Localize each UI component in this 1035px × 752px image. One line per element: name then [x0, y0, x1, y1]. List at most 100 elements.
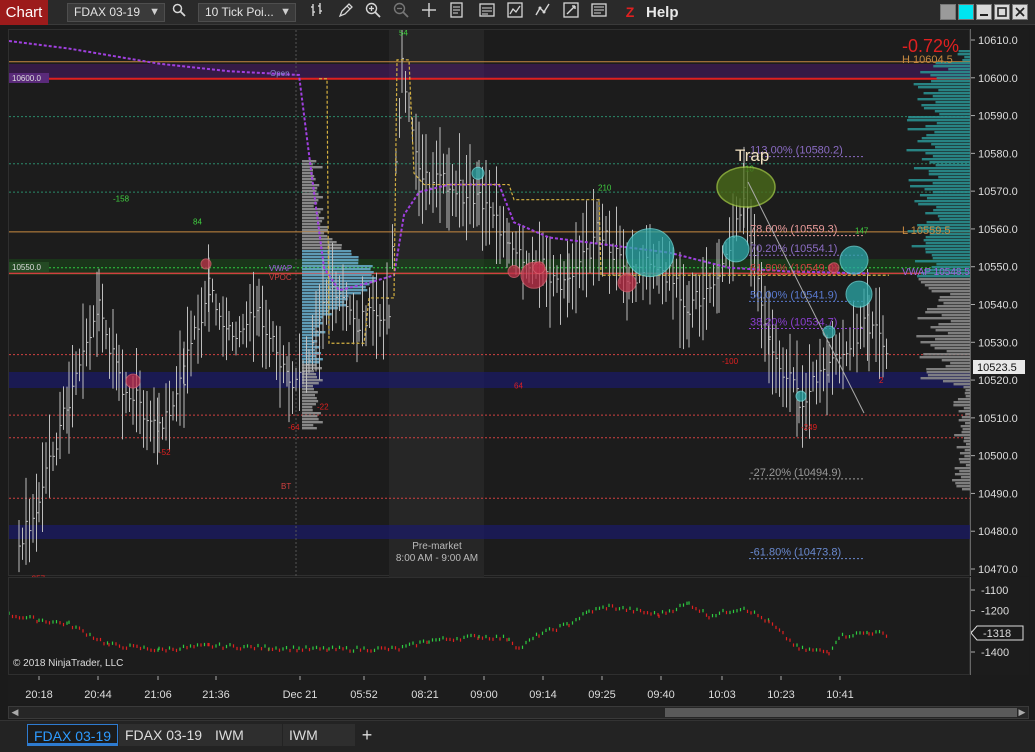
volume-profile-row	[930, 74, 971, 77]
zoom-in-icon[interactable]	[362, 2, 383, 23]
scroll-left-icon[interactable]: ◀	[9, 706, 21, 719]
indicator-current-value: -1318	[983, 628, 1011, 640]
scrollbar-thumb[interactable]	[665, 708, 1017, 717]
z-order-button[interactable]: Z	[622, 3, 638, 22]
volume-profile-row	[906, 149, 971, 152]
volume-profile-row	[914, 260, 971, 263]
interval-selector[interactable]: 10 Tick Poi... ▼	[198, 3, 296, 22]
last-price: 10523.5	[977, 362, 1017, 374]
chart-trader-icon[interactable]	[560, 2, 581, 23]
time-tick-label: 09:00	[470, 689, 498, 701]
session-profile-row	[302, 352, 321, 355]
session-profile-row	[302, 334, 320, 337]
session-profile-row	[302, 373, 317, 376]
chevron-down-icon: ▼	[149, 6, 160, 18]
volume-profile-row	[926, 368, 971, 371]
indicator-axis[interactable]: -1100-1200-1300-1400 -1318	[970, 577, 1029, 675]
zoom-out-icon[interactable]	[390, 2, 411, 23]
session-profile-row	[302, 193, 319, 196]
tab-fdax-2[interactable]: FDAX 03-19	[119, 724, 209, 746]
session-profile-row	[302, 184, 320, 187]
share-icon[interactable]	[588, 2, 609, 23]
price-chart-canvas[interactable]: 113.00% (10580.2)78.60% (10559.3)70.20% …	[8, 23, 971, 583]
sell-bubble	[532, 261, 546, 275]
instrument-value: FDAX 03-19	[74, 5, 141, 19]
crosshair-icon[interactable]	[418, 2, 439, 23]
theme-swatch-gray[interactable]	[940, 4, 956, 20]
session-profile-row	[302, 415, 318, 418]
sell-bubble	[617, 273, 637, 293]
level-tag-10600-text: 10600.0	[12, 74, 41, 83]
volume-profile-row	[957, 53, 971, 56]
theme-swatch-cyan[interactable]	[958, 4, 974, 20]
price-chart-panel[interactable]: 113.00% (10580.2) 78.60% (10559.3) 70.20% …	[8, 23, 971, 583]
session-profile-row	[302, 220, 323, 223]
volume-profile-row	[953, 401, 971, 404]
volume-profile-row	[935, 338, 971, 341]
session-profile-row	[302, 274, 372, 277]
chart-title-tab[interactable]: Chart	[0, 0, 48, 25]
volume-profile-row	[928, 170, 971, 173]
volume-profile-row	[928, 287, 971, 290]
indicators-icon[interactable]	[532, 2, 553, 23]
volume-profile-row	[950, 320, 971, 323]
volume-profile-row	[932, 182, 971, 185]
session-profile-row	[302, 295, 349, 298]
session-profile-row	[302, 199, 319, 202]
price-axis[interactable]: 10610.0 10600.0 10590.0 10580.0 10570.0 10560…	[970, 29, 1029, 576]
strategies-icon[interactable]	[504, 2, 525, 23]
tab-fdax-1[interactable]: FDAX 03-19	[27, 724, 118, 746]
minimize-button[interactable]	[976, 4, 992, 20]
pencil-icon[interactable]	[335, 2, 356, 23]
session-profile-row	[302, 271, 374, 274]
delta-label: 210	[598, 183, 612, 192]
cumulative-delta-panel[interactable]: © 2018 NinjaTrader, LLC	[8, 577, 970, 675]
add-tab-button[interactable]: +	[356, 724, 378, 746]
scroll-right-icon[interactable]: ▶	[1016, 706, 1028, 719]
maximize-button[interactable]	[994, 4, 1010, 20]
time-tick-label: 08:21	[411, 689, 439, 701]
indicator-axis-canvas[interactable]: -1100-1200-1300-1400 -1318	[970, 577, 1030, 675]
volume-profile-row	[955, 482, 971, 485]
volume-profile-row	[931, 254, 971, 257]
volume-profile-row	[918, 203, 971, 206]
volume-profile-row	[921, 104, 971, 107]
vwap-tag: VWAP	[269, 264, 292, 273]
time-axis[interactable]: 20:18 20:44 21:06 21:36 Dec 21 05:52 08:21 09:0…	[8, 676, 970, 704]
volume-profile-row	[921, 158, 971, 161]
tab-iwm-1[interactable]: IWM	[209, 724, 282, 746]
session-profile-row	[302, 424, 314, 427]
volume-profile-row	[908, 179, 971, 182]
volume-profile-row	[942, 380, 971, 383]
volume-profile-row	[923, 239, 971, 242]
close-button[interactable]	[1012, 4, 1028, 20]
volume-profile-row	[923, 353, 971, 356]
time-tick-label: 10:41	[826, 689, 854, 701]
volume-profile-row	[925, 242, 971, 245]
volume-profile-row	[920, 341, 971, 344]
instrument-selector[interactable]: FDAX 03-19 ▼	[67, 3, 165, 22]
session-profile-row	[302, 421, 323, 424]
session-profile-row	[302, 166, 323, 169]
properties-icon[interactable]	[476, 2, 497, 23]
fib-level-label: 78.60% (10559.3)	[750, 224, 837, 236]
price-axis-canvas[interactable]: 10610.0 10600.0 10590.0 10580.0 10570.0 10560…	[971, 29, 1030, 576]
help-menu[interactable]: Help	[646, 0, 679, 25]
volume-profile-row	[917, 98, 971, 101]
chevron-down-icon: ▼	[280, 6, 291, 18]
data-box-icon[interactable]	[446, 2, 467, 23]
volume-profile-row	[924, 284, 971, 287]
volume-profile-row	[916, 335, 971, 338]
tab-iwm-2[interactable]: IWM	[283, 724, 355, 746]
volume-profile-row	[936, 206, 971, 209]
horizontal-scrollbar[interactable]: ◀ ▶	[8, 706, 1029, 719]
price-tick-label: 10570.0	[978, 186, 1018, 198]
cumulative-delta-canvas[interactable]: © 2018 NinjaTrader, LLC	[8, 578, 971, 676]
volume-profile-row	[925, 248, 971, 251]
volume-profile-row	[947, 332, 971, 335]
search-icon[interactable]	[168, 2, 189, 23]
volume-profile-row	[927, 374, 971, 377]
time-axis-canvas[interactable]: 20:18 20:44 21:06 21:36 Dec 21 05:52 08:21 09:0…	[8, 676, 970, 704]
bar-type-icon[interactable]	[306, 2, 327, 23]
volume-profile-row	[935, 101, 971, 104]
